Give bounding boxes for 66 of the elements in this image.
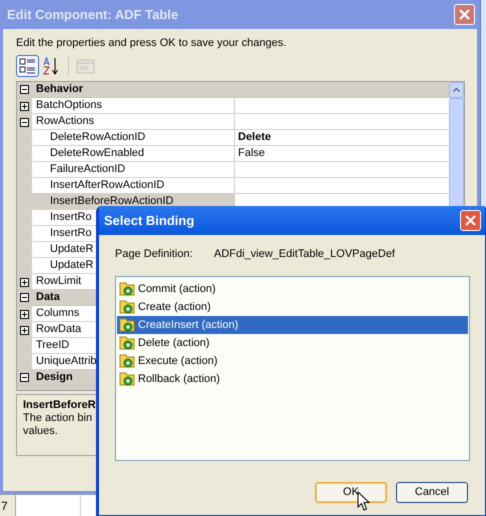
property-name: RowActions: [36, 116, 94, 127]
mouse-cursor-icon: [357, 491, 370, 512]
dialog-button[interactable]: OK: [315, 482, 387, 503]
page-definition-value: ADFdi_view_EditTable_LOVPageDef: [214, 249, 395, 260]
page-definition-label: Page Definition:: [115, 249, 194, 260]
close-icon: [465, 215, 476, 226]
property-row[interactable]: InsertAfterRowActionID: [17, 178, 449, 194]
action-binding-icon: [119, 317, 135, 333]
property-name: InsertRo: [50, 228, 92, 239]
property-name: DeleteRowEnabled: [50, 148, 144, 159]
property-name: FailureActionID: [50, 164, 126, 175]
close-button[interactable]: [454, 4, 475, 25]
property-row[interactable]: DeleteRowActionID Delete: [17, 130, 449, 146]
expand-icon[interactable]: [20, 278, 29, 286]
categorized-icon[interactable]: [16, 55, 39, 77]
action-binding-icon: [119, 371, 135, 387]
expand-icon[interactable]: [20, 326, 29, 334]
close-icon: [459, 9, 470, 20]
property-name: RowLimit: [36, 276, 82, 287]
collapse-icon[interactable]: [20, 85, 29, 94]
collapse-icon[interactable]: [20, 118, 29, 126]
property-name: DeleteRowActionID: [50, 132, 146, 143]
description-title: InsertBeforeR: [23, 399, 97, 412]
row-number: 7: [0, 495, 16, 516]
property-name: BatchOptions: [36, 100, 102, 111]
property-value[interactable]: False: [238, 148, 265, 159]
property-name: InsertBeforeRowActionID: [50, 196, 174, 207]
close-button[interactable]: [460, 210, 481, 231]
property-name: InsertRo: [50, 212, 92, 223]
binding-item[interactable]: CreateInsert (action): [117, 316, 468, 334]
property-row[interactable]: DeleteRowEnabled False: [17, 146, 449, 162]
collapse-icon[interactable]: [20, 373, 29, 382]
action-binding-icon: [119, 281, 135, 297]
property-name: UpdateR: [50, 244, 94, 255]
expand-icon[interactable]: [20, 310, 29, 318]
expand-icon[interactable]: [20, 102, 29, 110]
dialog-button[interactable]: Cancel: [396, 482, 468, 503]
category-label: Behavior: [35, 84, 84, 95]
binding-item[interactable]: Execute (action): [117, 352, 468, 370]
binding-item[interactable]: Delete (action): [117, 334, 468, 352]
property-row[interactable]: RowActions: [17, 114, 449, 130]
category-label: Data: [35, 292, 60, 303]
property-value[interactable]: Delete: [238, 132, 272, 143]
category-row[interactable]: Behavior: [17, 82, 449, 98]
property-name: UniqueAttrib: [36, 356, 97, 367]
instructions-text: Edit the properties and press OK to save your changes.: [16, 38, 288, 49]
property-name: RowData: [36, 324, 82, 335]
action-binding-icon: [119, 353, 135, 369]
property-name: TreeID: [36, 340, 70, 351]
property-row[interactable]: FailureActionID: [17, 162, 449, 178]
action-binding-icon: [119, 335, 135, 351]
dialog-title: Select Binding: [104, 212, 194, 230]
description-text: values.: [23, 425, 59, 438]
category-label: Design: [35, 372, 73, 383]
property-name: InsertAfterRowActionID: [50, 180, 164, 191]
window-title: Edit Component: ADF Table: [7, 6, 178, 24]
binding-item[interactable]: Create (action): [117, 298, 468, 316]
binding-item[interactable]: Rollback (action): [117, 370, 468, 388]
property-name: UpdateR: [50, 260, 94, 271]
binding-item[interactable]: Commit (action): [117, 280, 468, 298]
scroll-up-icon[interactable]: [453, 88, 460, 92]
action-binding-icon: [119, 299, 135, 315]
property-name: Columns: [36, 308, 80, 319]
collapse-icon[interactable]: [20, 293, 29, 302]
property-row[interactable]: BatchOptions: [17, 98, 449, 114]
description-text: The action bin: [23, 412, 94, 425]
